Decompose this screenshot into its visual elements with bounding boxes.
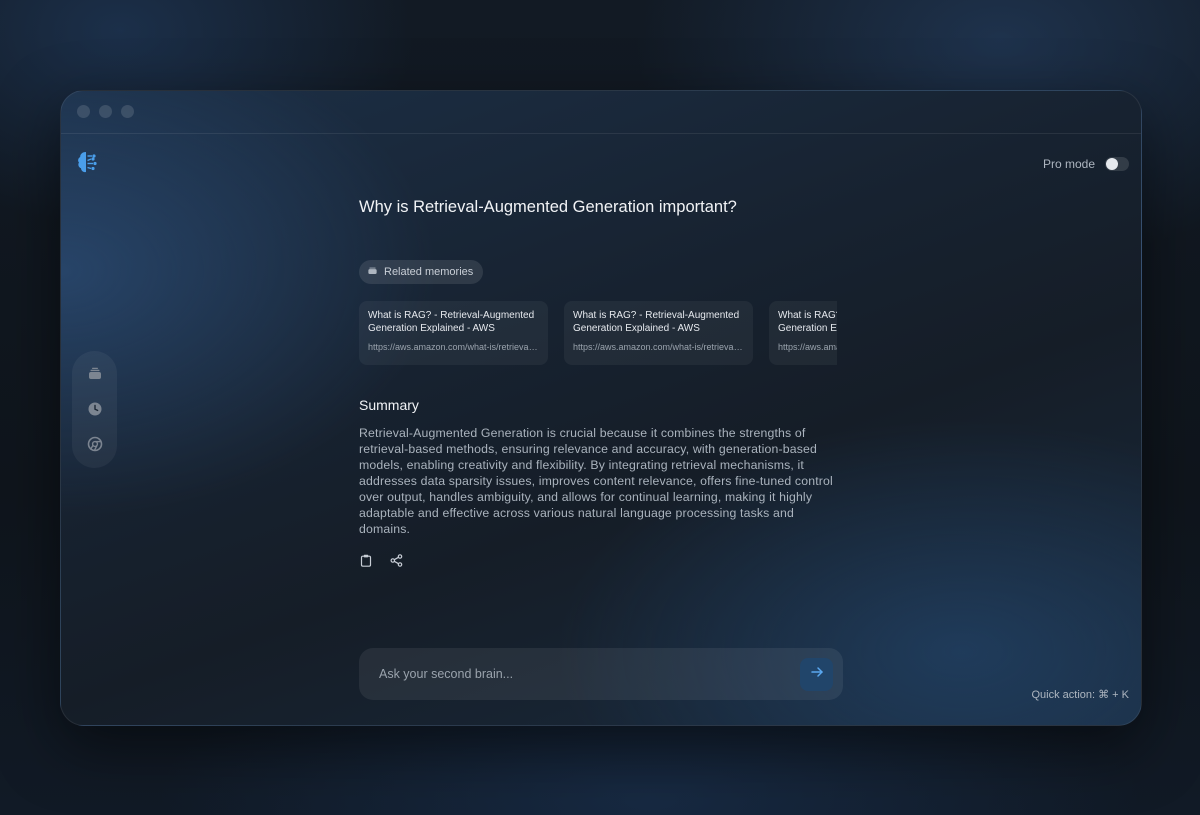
composer	[359, 648, 843, 700]
related-memories-list: What is RAG? - Retrieval-Augmented Gener…	[359, 301, 837, 367]
memory-card[interactable]: What is RAG? - Retrieval-Augmented Gener…	[359, 301, 548, 365]
title-bar	[61, 91, 1141, 134]
question-title: Why is Retrieval-Augmented Generation im…	[359, 198, 737, 216]
arrow-right-icon	[810, 665, 824, 684]
send-button[interactable]	[800, 658, 833, 691]
stack-icon	[367, 265, 378, 279]
summary-heading: Summary	[359, 397, 419, 413]
answer-actions	[358, 552, 404, 568]
memory-card-title: What is RAG? - Retrieval-Augmented Gener…	[573, 310, 740, 334]
brain-icon[interactable]	[75, 149, 101, 175]
memory-card[interactable]: What is RAG? - Retrieval-Augmented Gener…	[769, 301, 837, 365]
close-window-button[interactable]	[77, 105, 90, 118]
memory-card-title: What is RAG? - Retrieval-Augmented Gener…	[368, 310, 535, 334]
share-icon[interactable]	[388, 552, 404, 568]
ask-input[interactable]	[359, 648, 819, 700]
clock-icon[interactable]	[84, 398, 106, 420]
clipboard-icon[interactable]	[358, 552, 374, 568]
related-memories-badge: Related memories	[359, 260, 484, 284]
related-memories-label: Related memories	[384, 266, 474, 278]
minimize-window-button[interactable]	[99, 105, 112, 118]
app-window: Pro mode Why is Retrieval-Augmented Gene…	[60, 90, 1142, 726]
pro-mode-toggle[interactable]: Pro mode	[1043, 157, 1129, 171]
toggle-knob	[1106, 158, 1118, 170]
memory-card-url: https://aws.amazon.com/what-is/retrieval…	[368, 342, 539, 352]
pro-mode-switch[interactable]	[1105, 157, 1129, 171]
memory-card-url: https://aws.amazon.com/what-is/retrieval…	[573, 342, 744, 352]
memory-card-title: What is RAG? - Retrieval-Augmented Gener…	[778, 310, 837, 334]
sidebar	[72, 351, 117, 468]
chrome-icon[interactable]	[84, 433, 106, 455]
maximize-window-button[interactable]	[121, 105, 134, 118]
pro-mode-label: Pro mode	[1042, 157, 1095, 171]
stack-icon[interactable]	[84, 363, 106, 385]
memory-card-url: https://aws.amazon.com/what-is/retrieval…	[778, 342, 837, 352]
memory-card[interactable]: What is RAG? - Retrieval-Augmented Gener…	[564, 301, 753, 365]
summary-text: Retrieval-Augmented Generation is crucia…	[359, 426, 833, 536]
quick-action-hint: Quick action: ⌘ + K	[1031, 689, 1129, 701]
